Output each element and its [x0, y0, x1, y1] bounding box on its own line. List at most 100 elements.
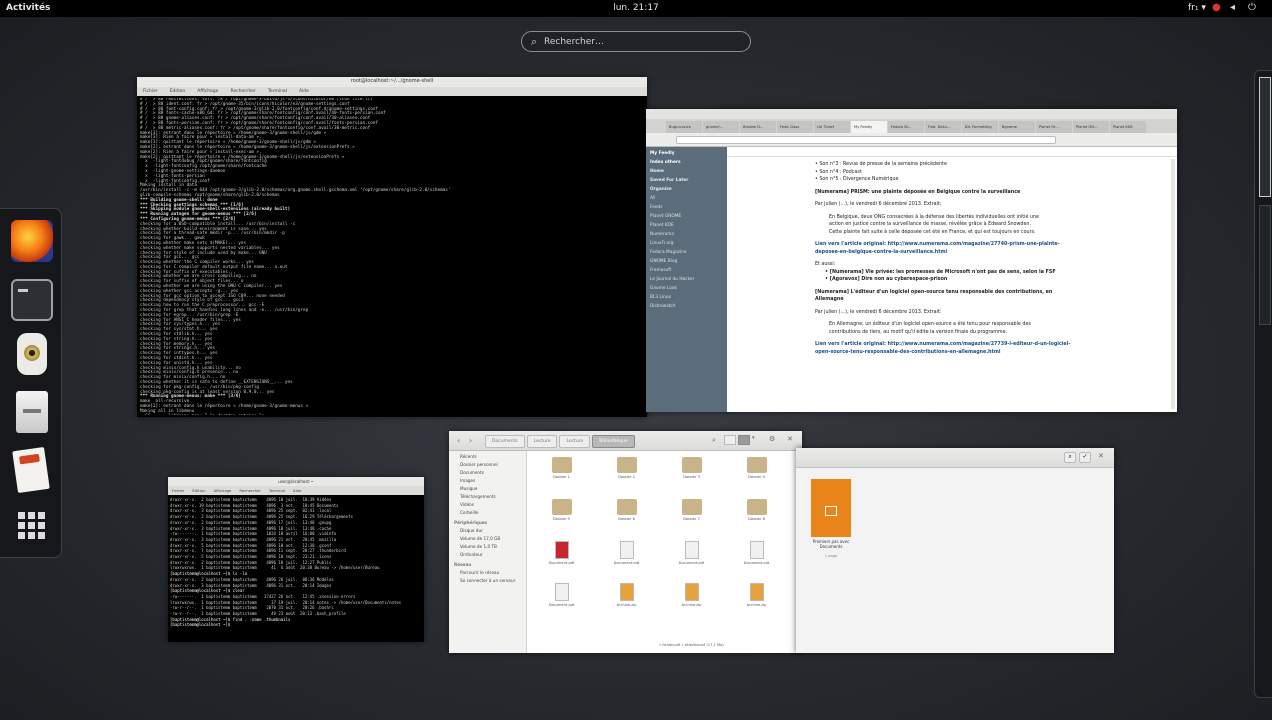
files-headerbar[interactable]: ‹ › Documents Lecture Lecture Bibliothèq… [449, 431, 802, 451]
terminal-titlebar[interactable]: user@localhost:~ [168, 477, 424, 486]
sidebar-item-device[interactable]: Volume de 17,0 GB [454, 535, 521, 543]
workspace-thumbnail[interactable] [1259, 205, 1271, 325]
sidebar-item[interactable]: Planet GNOME [650, 212, 723, 221]
rhythmbox-icon[interactable] [17, 333, 47, 375]
browser-tab[interactable]: Fedora Bl... [888, 121, 924, 133]
browser-window[interactable]: Bugz.novice gnome/... Browse D... Fedo Clas… [646, 109, 1177, 412]
sidebar-item[interactable]: Framasoft [650, 266, 723, 275]
file-item[interactable]: Dossier 8 [724, 495, 789, 537]
menu-edition[interactable]: Édition [170, 87, 186, 96]
menu-terminal[interactable]: Terminal [268, 87, 287, 96]
article-link[interactable]: Lien vers l'article original: http://www… [815, 341, 1075, 356]
sidebar-item[interactable]: GNOME Blog [650, 257, 723, 266]
terminal-window-build[interactable]: root@localhost:~/.../gnome-shell Fichier… [137, 77, 647, 417]
file-item[interactable]: Dossier 4 [724, 453, 789, 495]
sidebar-item[interactable]: Organize [650, 185, 723, 194]
sidebar-item-device[interactable]: Ordinateur [454, 551, 521, 559]
network-icon[interactable]: ● [1212, 2, 1221, 13]
browser-tab[interactable]: Bugz.novice [666, 121, 702, 133]
sidebar-item-network[interactable]: Parcourir le réseau [454, 569, 521, 577]
url-bar[interactable] [676, 136, 1056, 144]
browser-tab[interactable]: My Feedly [851, 121, 887, 133]
chevron-down-icon[interactable]: ▾ [752, 435, 760, 445]
scrollbar[interactable] [1171, 159, 1175, 409]
menu-affichage[interactable]: Affichage [214, 486, 232, 495]
path-segment[interactable]: Documents [485, 435, 525, 448]
browser-tab[interactable]: Browse D... [740, 121, 776, 133]
power-icon[interactable]: ⏻ [1248, 2, 1256, 13]
sidebar-item[interactable]: BL3 Linux [650, 293, 723, 302]
sidebar-item-device[interactable]: Disque dur [454, 527, 521, 535]
sidebar-item[interactable]: Home [650, 167, 723, 176]
sidebar-item[interactable]: My Feedly [650, 149, 723, 158]
back-button[interactable]: ‹ [457, 436, 460, 445]
file-item[interactable]: Dossier 7 [659, 495, 724, 537]
show-apps-icon[interactable] [18, 512, 46, 540]
documents-window[interactable]: ⌕ ✓ ✕ Premiers pas avec Documents 1 page [796, 448, 1114, 653]
terminal-icon[interactable] [11, 279, 53, 321]
files-window[interactable]: ‹ › Documents Lecture Lecture Bibliothèq… [449, 431, 802, 653]
sidebar-item[interactable]: Numerama [650, 230, 723, 239]
sidebar-item-place[interactable]: Vidéos [454, 501, 521, 509]
sidebar-item[interactable]: Planet KDE [650, 221, 723, 230]
path-segment-current[interactable]: Bibliothèque [592, 435, 635, 448]
files-icon[interactable] [16, 391, 48, 433]
search-icon[interactable]: ⌕ [1064, 452, 1076, 463]
sidebar-item[interactable]: Feeds [650, 203, 723, 212]
grid-view-icon[interactable] [738, 435, 750, 445]
list-item[interactable]: • [Numerama] Vie privée: les promesses d… [825, 269, 1075, 277]
file-item[interactable]: Document.odt [594, 537, 659, 579]
documents-headerbar[interactable]: ⌕ ✓ ✕ [796, 448, 1114, 468]
browser-tab[interactable]: Bgnome [999, 121, 1035, 133]
terminal-titlebar[interactable]: root@localhost:~/.../gnome-shell [137, 77, 647, 87]
file-item[interactable]: Document.pdf [529, 579, 594, 621]
forward-button[interactable]: › [469, 436, 472, 445]
file-item[interactable]: Dossier 3 [659, 453, 724, 495]
browser-tab[interactable]: gnome/... [703, 121, 739, 133]
article-heading[interactable]: [Numerama] L'éditeur d'un logiciel open-… [815, 289, 1075, 304]
close-icon[interactable]: ✕ [787, 435, 793, 443]
workspace-thumbnail-active[interactable] [1259, 77, 1271, 197]
sidebar-item-place[interactable]: Récents [454, 453, 521, 461]
sidebar-item-place[interactable]: Images [454, 477, 521, 485]
article-link[interactable]: Lien vers l'article original: http://www… [815, 241, 1075, 256]
menu-rechercher[interactable]: Rechercher [239, 486, 261, 495]
terminal-window-home[interactable]: user@localhost:~ Fichier Édition Afficha… [168, 477, 424, 642]
article-heading[interactable]: [Numerama] PRISM: une plainte déposée en… [815, 189, 1075, 197]
list-view-icon[interactable] [724, 435, 736, 445]
file-item[interactable]: Document.odt [724, 537, 789, 579]
file-item[interactable]: Dossier 6 [594, 495, 659, 537]
menu-fichier[interactable]: Fichier [143, 87, 158, 96]
close-icon[interactable]: ✕ [1098, 452, 1104, 460]
menu-affichage[interactable]: Affichage [197, 87, 218, 96]
file-item[interactable]: Archive.zip [724, 579, 789, 621]
sidebar-item-place[interactable]: Musique [454, 485, 521, 493]
sidebar-item-place[interactable]: Corbeille [454, 509, 521, 517]
sidebar-item[interactable]: LinuxFr.org [650, 239, 723, 248]
document-thumbnail[interactable] [811, 479, 851, 537]
sidebar-item-place[interactable]: Téléchargements [454, 493, 521, 501]
file-item[interactable]: Dossier 5 [529, 495, 594, 537]
sidebar-item[interactable]: Distrowatch [650, 302, 723, 311]
text-editor-icon[interactable] [12, 446, 50, 494]
menu-aide[interactable]: Aide [299, 87, 309, 96]
browser-tab[interactable]: Fedo Class [777, 121, 813, 133]
sidebar-item[interactable]: Index others [650, 158, 723, 167]
sidebar-item-network[interactable]: Se connecter à un serveur [454, 577, 521, 585]
sidebar-item-device[interactable]: Volume de 1,0 TB [454, 543, 521, 551]
sidebar-item[interactable]: Gnome Look [650, 284, 723, 293]
volume-icon[interactable]: ◂ [1230, 2, 1235, 13]
gear-icon[interactable]: ⚙ [769, 435, 775, 443]
browser-tab[interactable]: IDL Formatting [962, 121, 998, 133]
sidebar-item[interactable]: All [650, 194, 723, 203]
sidebar-item-place[interactable]: Dossier personnel [454, 461, 521, 469]
browser-tab[interactable]: Lib Ticket [814, 121, 850, 133]
browser-tab[interactable]: Fwd: Doku... [925, 121, 961, 133]
file-item[interactable]: Document.odt [659, 537, 724, 579]
browser-titlebar[interactable] [646, 109, 1177, 119]
file-item[interactable]: Dossier 2 [594, 453, 659, 495]
search-input[interactable]: ⌕ Rechercher… [521, 31, 751, 52]
file-item[interactable]: Archive.zip [594, 579, 659, 621]
menu-edition[interactable]: Édition [192, 486, 205, 495]
path-segment[interactable]: Lecture [559, 435, 591, 448]
